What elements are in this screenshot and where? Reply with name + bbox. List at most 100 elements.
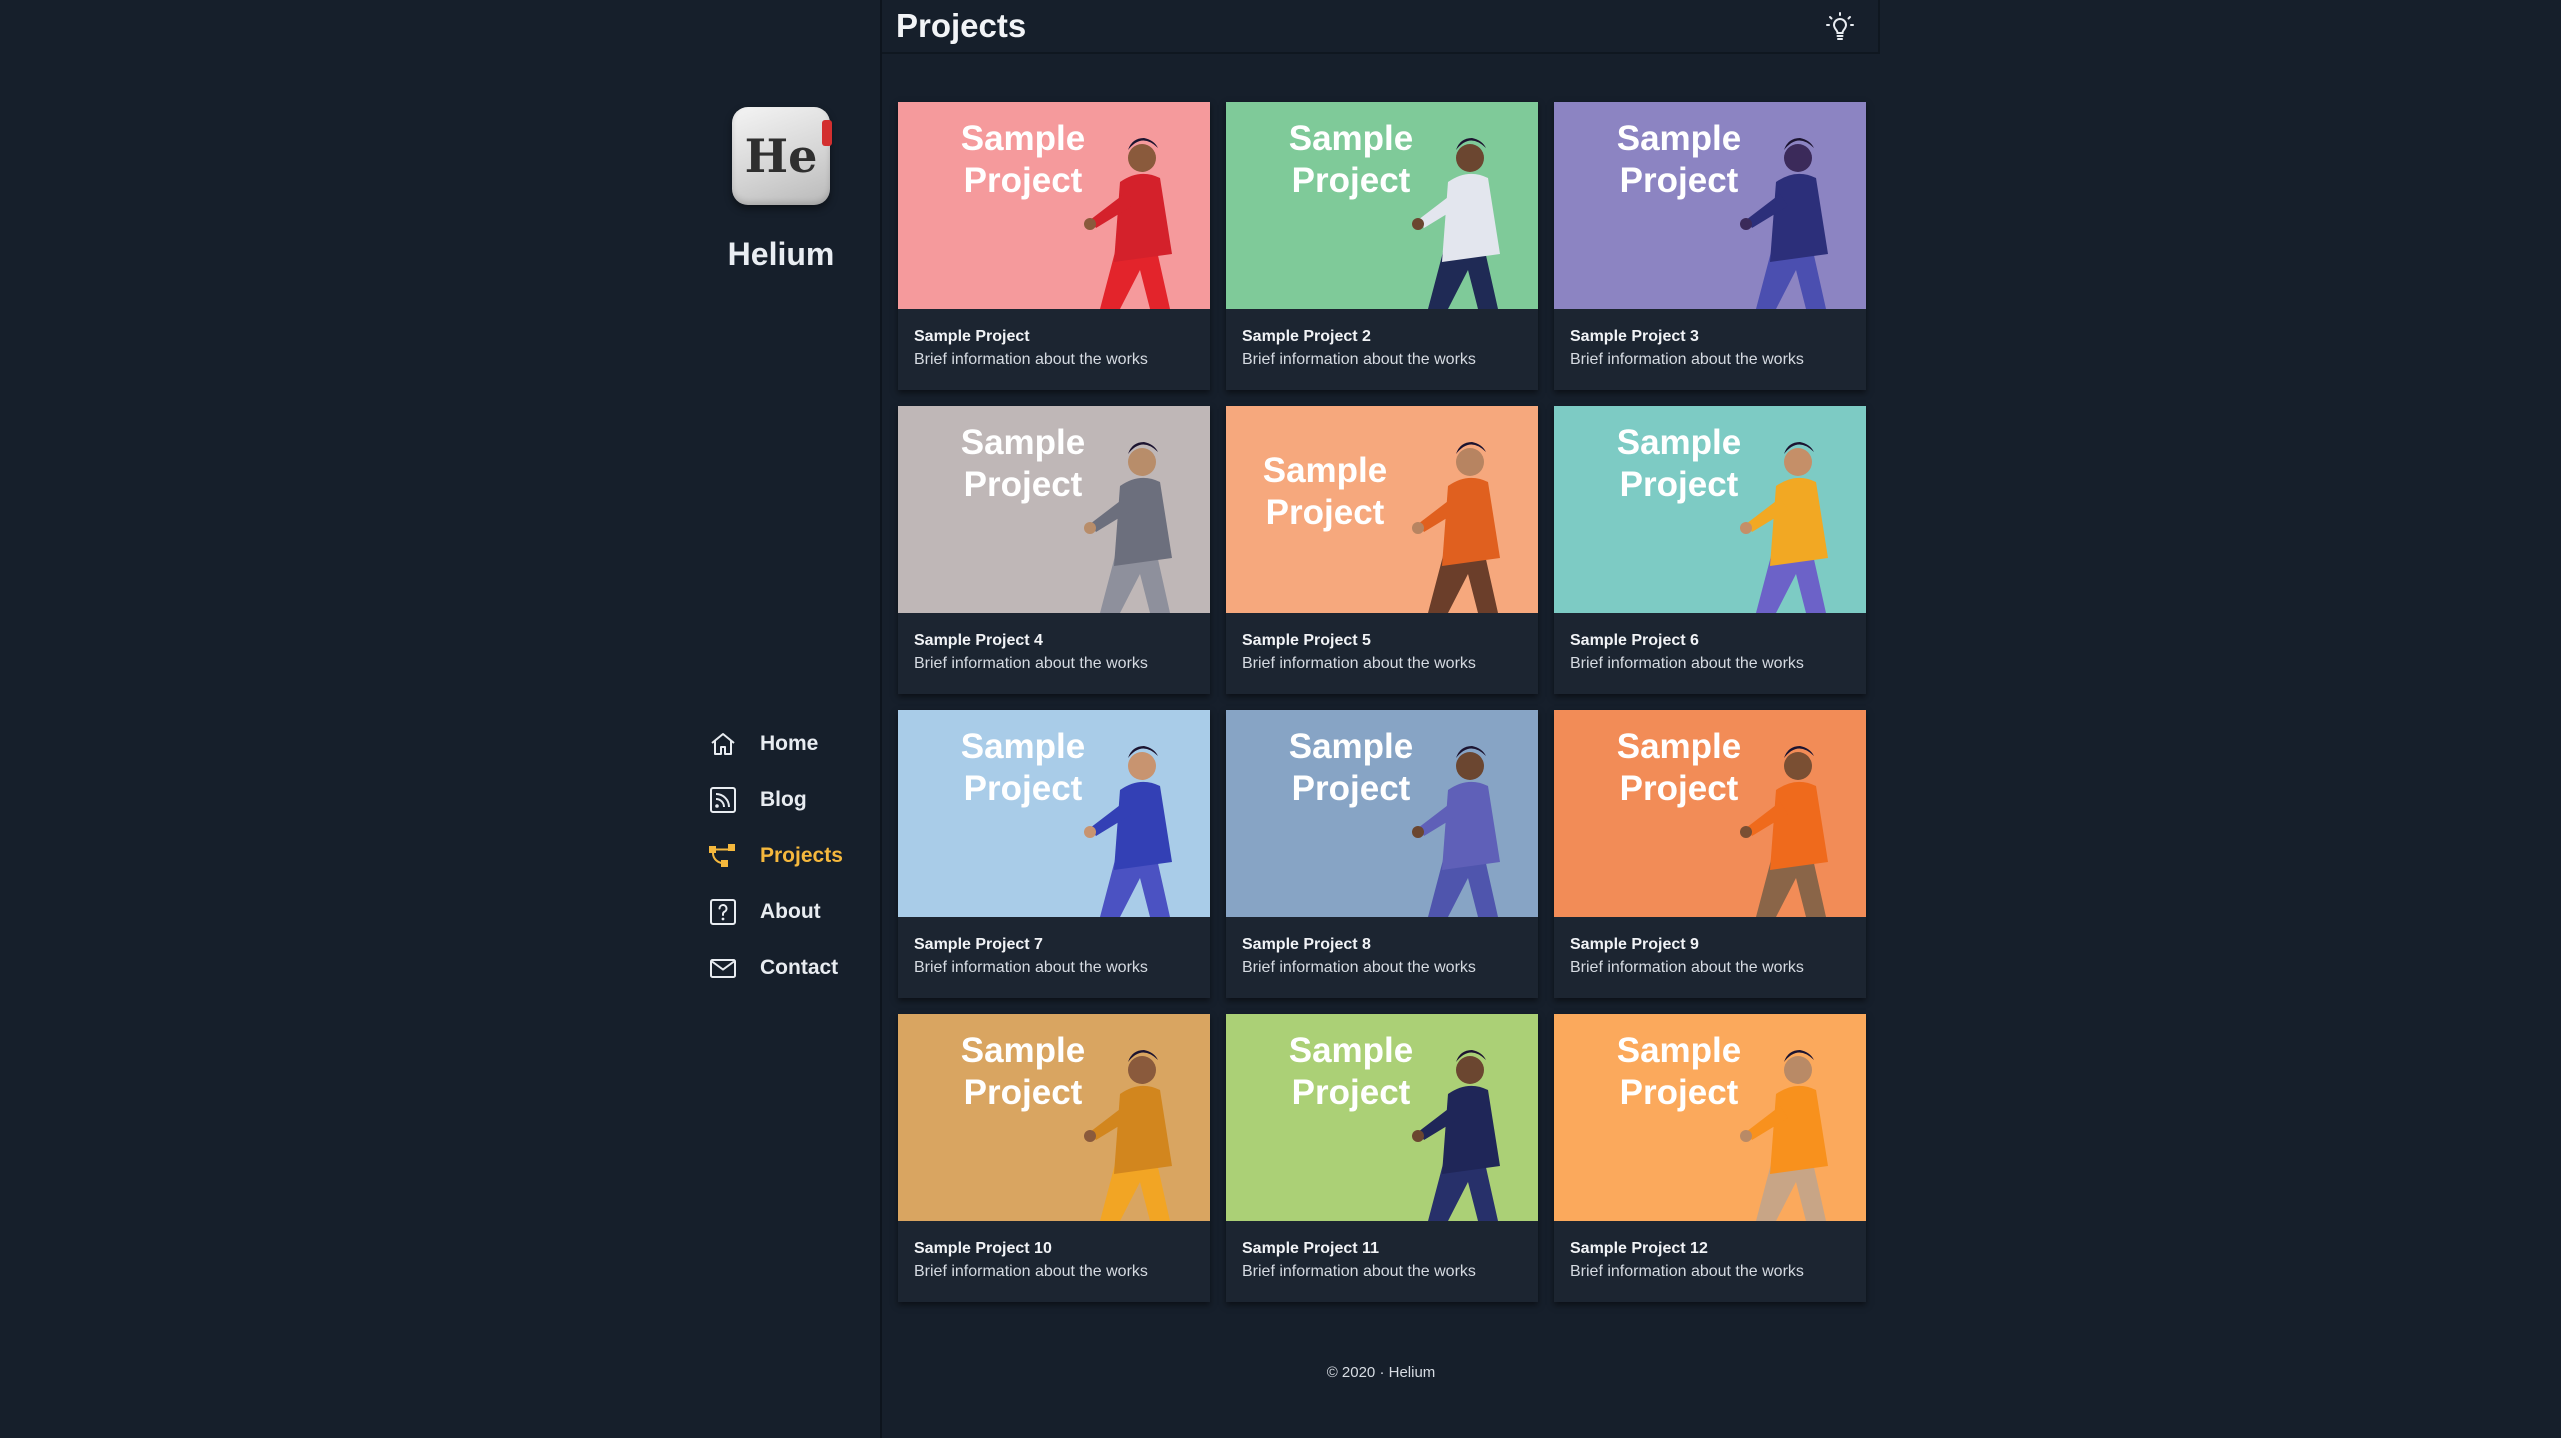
- project-card[interactable]: Sample Project Sample Project Brief info…: [898, 102, 1210, 390]
- card-meta: Sample Project 4 Brief information about…: [898, 613, 1210, 676]
- project-thumbnail: Sample Project: [898, 1014, 1210, 1221]
- card-meta: Sample Project 5 Brief information about…: [1226, 613, 1538, 676]
- card-meta: Sample Project 7 Brief information about…: [898, 917, 1210, 980]
- project-thumbnail: Sample Project: [1554, 406, 1866, 613]
- person-illustration: [1084, 1050, 1172, 1221]
- nav-label-home: Home: [760, 732, 819, 755]
- project-description: Brief information about the works: [914, 351, 1148, 368]
- project-thumbnail: Sample Project: [898, 102, 1210, 309]
- project-card[interactable]: Sample Project Sample Project 11 Brief i…: [1226, 1014, 1538, 1302]
- card-meta: Sample Project 10 Brief information abou…: [898, 1221, 1210, 1284]
- project-description: Brief information about the works: [1570, 655, 1804, 672]
- card-meta: Sample Project 12 Brief information abou…: [1554, 1221, 1866, 1284]
- project-card[interactable]: Sample Project Sample Project 6 Brief in…: [1554, 406, 1866, 694]
- project-thumbnail: Sample Project: [898, 406, 1210, 613]
- card-meta: Sample Project 3 Brief information about…: [1554, 309, 1866, 372]
- header-edge: [1878, 0, 1880, 54]
- project-thumbnail: Sample Project: [1554, 710, 1866, 917]
- site-name[interactable]: Helium: [700, 236, 862, 273]
- project-thumbnail: Sample Project: [1226, 406, 1538, 613]
- card-meta: Sample Project 6 Brief information about…: [1554, 613, 1866, 676]
- project-thumbnail: Sample Project: [1226, 102, 1538, 309]
- project-title: Sample Project 4: [914, 632, 1043, 649]
- project-title: Sample Project 2: [1242, 328, 1371, 345]
- page-title: Projects: [896, 7, 1027, 44]
- sidebar-divider: [880, 0, 882, 1438]
- project-description: Brief information about the works: [1242, 351, 1476, 368]
- project-thumbnail: Sample Project: [1554, 102, 1866, 309]
- project-title: Sample Project 11: [1242, 1240, 1379, 1257]
- nav-item-about[interactable]: About: [706, 884, 843, 940]
- question-icon: [706, 895, 740, 929]
- home-icon: [706, 727, 740, 761]
- project-card[interactable]: Sample Project Sample Project 5 Brief in…: [1226, 406, 1538, 694]
- project-thumbnail: Sample Project: [1554, 1014, 1866, 1221]
- card-meta: Sample Project 2 Brief information about…: [1226, 309, 1538, 372]
- logo-accent: [822, 120, 832, 146]
- project-description: Brief information about the works: [1242, 959, 1476, 976]
- project-title: Sample Project: [914, 328, 1030, 345]
- project-card[interactable]: Sample Project Sample Project 9 Brief in…: [1554, 710, 1866, 998]
- project-description: Brief information about the works: [1570, 1263, 1804, 1280]
- card-meta: Sample Project 8 Brief information about…: [1226, 917, 1538, 980]
- nav-item-home[interactable]: Home: [706, 716, 843, 772]
- nav-item-blog[interactable]: Blog: [706, 772, 843, 828]
- project-title: Sample Project 10: [914, 1240, 1052, 1257]
- rss-icon: [706, 783, 740, 817]
- project-description: Brief information about the works: [1242, 1263, 1476, 1280]
- card-meta: Sample Project Brief information about t…: [898, 309, 1210, 372]
- person-illustration: [1084, 442, 1172, 613]
- project-card[interactable]: Sample Project Sample Project 2 Brief in…: [1226, 102, 1538, 390]
- project-title: Sample Project 7: [914, 936, 1043, 953]
- person-illustration: [1740, 1050, 1828, 1221]
- project-card[interactable]: Sample Project Sample Project 7 Brief in…: [898, 710, 1210, 998]
- nav-item-contact[interactable]: Contact: [706, 940, 843, 996]
- git-branch-icon: [706, 839, 740, 873]
- person-illustration: [1740, 442, 1828, 613]
- project-description: Brief information about the works: [914, 655, 1148, 672]
- project-thumbnail: Sample Project: [1226, 1014, 1538, 1221]
- nav-item-projects[interactable]: Projects: [706, 828, 843, 884]
- project-card[interactable]: Sample Project Sample Project 4 Brief in…: [898, 406, 1210, 694]
- project-title: Sample Project 5: [1242, 632, 1371, 649]
- project-card[interactable]: Sample Project Sample Project 3 Brief in…: [1554, 102, 1866, 390]
- lightbulb-icon: [1826, 12, 1854, 40]
- person-illustration: [1084, 138, 1172, 309]
- project-title: Sample Project 12: [1570, 1240, 1708, 1257]
- nav-label-blog: Blog: [760, 788, 807, 811]
- thumbnail-caption: Sample Project: [1262, 451, 1388, 532]
- nav-label-projects: Projects: [760, 844, 843, 867]
- footer-copyright: © 2020 · Helium: [1326, 1364, 1436, 1381]
- site-logo[interactable]: He: [732, 107, 830, 205]
- person-illustration: [1412, 746, 1500, 917]
- sidebar-nav: Home Blog Projects About Contact: [706, 716, 843, 996]
- project-title: Sample Project 8: [1242, 936, 1371, 953]
- project-card[interactable]: Sample Project Sample Project 12 Brief i…: [1554, 1014, 1866, 1302]
- person-illustration: [1412, 138, 1500, 309]
- mail-icon: [706, 951, 740, 985]
- project-card[interactable]: Sample Project Sample Project 8 Brief in…: [1226, 710, 1538, 998]
- project-description: Brief information about the works: [1570, 959, 1804, 976]
- project-thumbnail: Sample Project: [898, 710, 1210, 917]
- project-description: Brief information about the works: [1242, 655, 1476, 672]
- project-description: Brief information about the works: [914, 959, 1148, 976]
- project-title: Sample Project 6: [1570, 632, 1699, 649]
- person-illustration: [1740, 138, 1828, 309]
- card-meta: Sample Project 11 Brief information abou…: [1226, 1221, 1538, 1284]
- project-thumbnail: Sample Project: [1226, 710, 1538, 917]
- person-illustration: [1412, 442, 1500, 613]
- project-title: Sample Project 9: [1570, 936, 1699, 953]
- nav-label-about: About: [760, 900, 821, 923]
- person-illustration: [1412, 1050, 1500, 1221]
- project-card[interactable]: Sample Project Sample Project 10 Brief i…: [898, 1014, 1210, 1302]
- theme-toggle-button[interactable]: [1820, 10, 1860, 44]
- project-description: Brief information about the works: [914, 1263, 1148, 1280]
- project-description: Brief information about the works: [1570, 351, 1804, 368]
- card-meta: Sample Project 9 Brief information about…: [1554, 917, 1866, 980]
- project-title: Sample Project 3: [1570, 328, 1699, 345]
- person-illustration: [1740, 746, 1828, 917]
- project-grid: Sample Project Sample Project Brief info…: [898, 102, 1866, 1302]
- header-divider: [882, 52, 1880, 54]
- nav-label-contact: Contact: [760, 956, 839, 979]
- person-illustration: [1084, 746, 1172, 917]
